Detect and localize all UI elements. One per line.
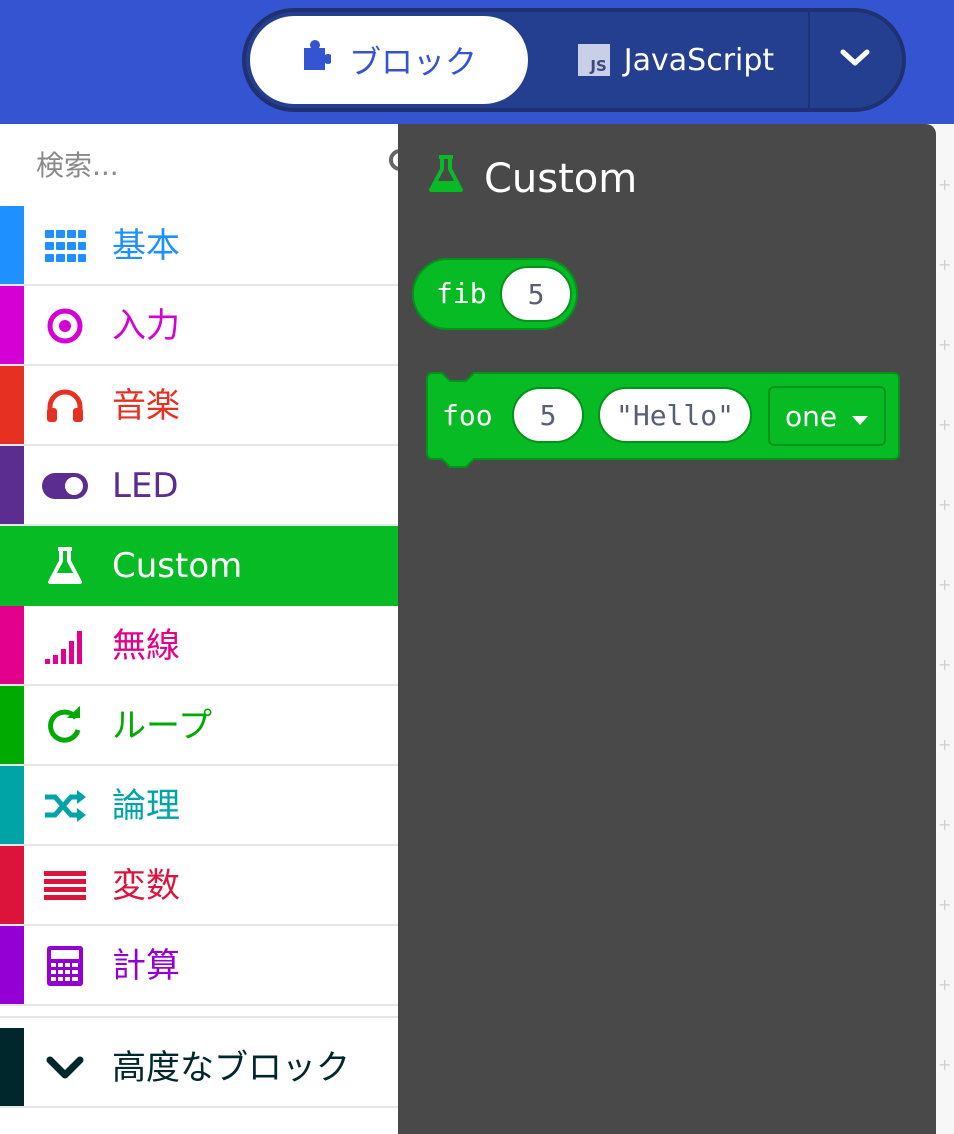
category-loops[interactable]: ループ	[0, 686, 398, 766]
signal-bars-icon	[40, 621, 90, 671]
category-color-bar	[0, 366, 24, 444]
flyout-heading: Custom	[426, 154, 637, 204]
dropdown-value: one	[784, 399, 838, 433]
category-color-bar	[0, 686, 24, 764]
toggle-icon	[40, 461, 90, 511]
category-led[interactable]: LED	[0, 446, 398, 526]
toolbox-separator	[0, 1016, 398, 1018]
category-color-bar	[0, 926, 24, 1004]
toolbox: 基本 入力 音楽	[0, 124, 419, 1134]
grid-mark: +	[938, 495, 952, 514]
foo-block[interactable]: foo 5 "Hello" one	[426, 372, 900, 468]
number-input[interactable]: 5	[500, 266, 572, 322]
more-modes-button[interactable]	[812, 16, 898, 104]
flask-icon	[40, 541, 90, 591]
number-input[interactable]: 5	[512, 387, 584, 443]
grid-mark: +	[938, 255, 952, 274]
headphones-icon	[40, 381, 90, 431]
search-input[interactable]	[34, 147, 387, 183]
flyout-title: Custom	[484, 156, 638, 202]
grid-mark: +	[938, 575, 952, 594]
category-color-bar	[0, 606, 24, 684]
javascript-icon: JS	[577, 44, 610, 76]
category-math[interactable]: 計算	[0, 926, 398, 1006]
target-icon	[40, 301, 90, 351]
category-basic[interactable]: 基本	[0, 206, 398, 286]
category-label: ループ	[112, 706, 212, 746]
block-flyout: Custom fib 5 foo 5 "Hello" one	[398, 124, 936, 1134]
blocks-mode-label: ブロック	[348, 43, 477, 81]
category-label: 無線	[112, 626, 180, 666]
javascript-mode-label: JavaScript	[623, 42, 775, 78]
category-logic[interactable]: 論理	[0, 766, 398, 846]
grid-mark: +	[938, 335, 952, 354]
block-name: fib	[436, 277, 487, 310]
list-lines-icon	[40, 861, 90, 911]
editor-mode-switch: ブロック JS JavaScript	[242, 8, 906, 112]
category-custom[interactable]: Custom	[0, 526, 398, 606]
grid-mark: +	[938, 815, 952, 834]
category-label: 入力	[112, 306, 180, 346]
category-label: 計算	[112, 946, 180, 986]
calculator-icon	[40, 941, 90, 991]
category-music[interactable]: 音楽	[0, 366, 398, 446]
category-label: Custom	[112, 546, 243, 586]
category-label: 高度なブロック	[112, 1048, 350, 1088]
grid-mark: +	[938, 1055, 952, 1074]
blocks-mode-button[interactable]: ブロック	[250, 16, 528, 104]
refresh-icon	[40, 701, 90, 751]
shuffle-icon	[40, 781, 90, 831]
top-header: ブロック JS JavaScript	[0, 0, 954, 124]
grid-icon	[40, 221, 90, 271]
category-color-bar	[0, 286, 24, 364]
grid-mark: +	[938, 175, 952, 194]
search-box	[0, 124, 419, 206]
category-color-bar	[0, 206, 24, 284]
fib-block[interactable]: fib 5	[412, 258, 578, 330]
category-label: 論理	[112, 786, 180, 826]
grid-mark: +	[938, 975, 952, 994]
grid-mark: +	[938, 655, 952, 674]
category-label: 音楽	[112, 386, 180, 426]
block-name: foo	[442, 399, 493, 432]
category-color-bar	[0, 446, 24, 524]
flask-icon	[426, 154, 466, 204]
category-input[interactable]: 入力	[0, 286, 398, 366]
puzzle-icon	[301, 40, 333, 80]
chevron-down-icon	[840, 48, 870, 72]
category-label: 基本	[112, 226, 180, 266]
string-input[interactable]: "Hello"	[598, 387, 752, 443]
category-advanced[interactable]: 高度なブロック	[0, 1028, 398, 1108]
grid-mark: +	[938, 415, 952, 434]
grid-mark: +	[938, 895, 952, 914]
category-color-bar	[0, 526, 24, 604]
javascript-mode-button[interactable]: JS JavaScript	[546, 16, 806, 104]
category-color-bar	[0, 846, 24, 924]
grid-mark: +	[938, 735, 952, 754]
enum-dropdown[interactable]: one	[768, 386, 886, 446]
caret-down-icon	[851, 400, 869, 433]
category-color-bar	[0, 766, 24, 844]
mode-divider	[808, 12, 810, 108]
category-color-bar	[0, 1028, 24, 1106]
category-label: LED	[112, 466, 179, 506]
category-radio[interactable]: 無線	[0, 606, 398, 686]
category-label: 変数	[112, 866, 180, 906]
category-variables[interactable]: 変数	[0, 846, 398, 926]
chevron-down-icon	[40, 1043, 90, 1093]
